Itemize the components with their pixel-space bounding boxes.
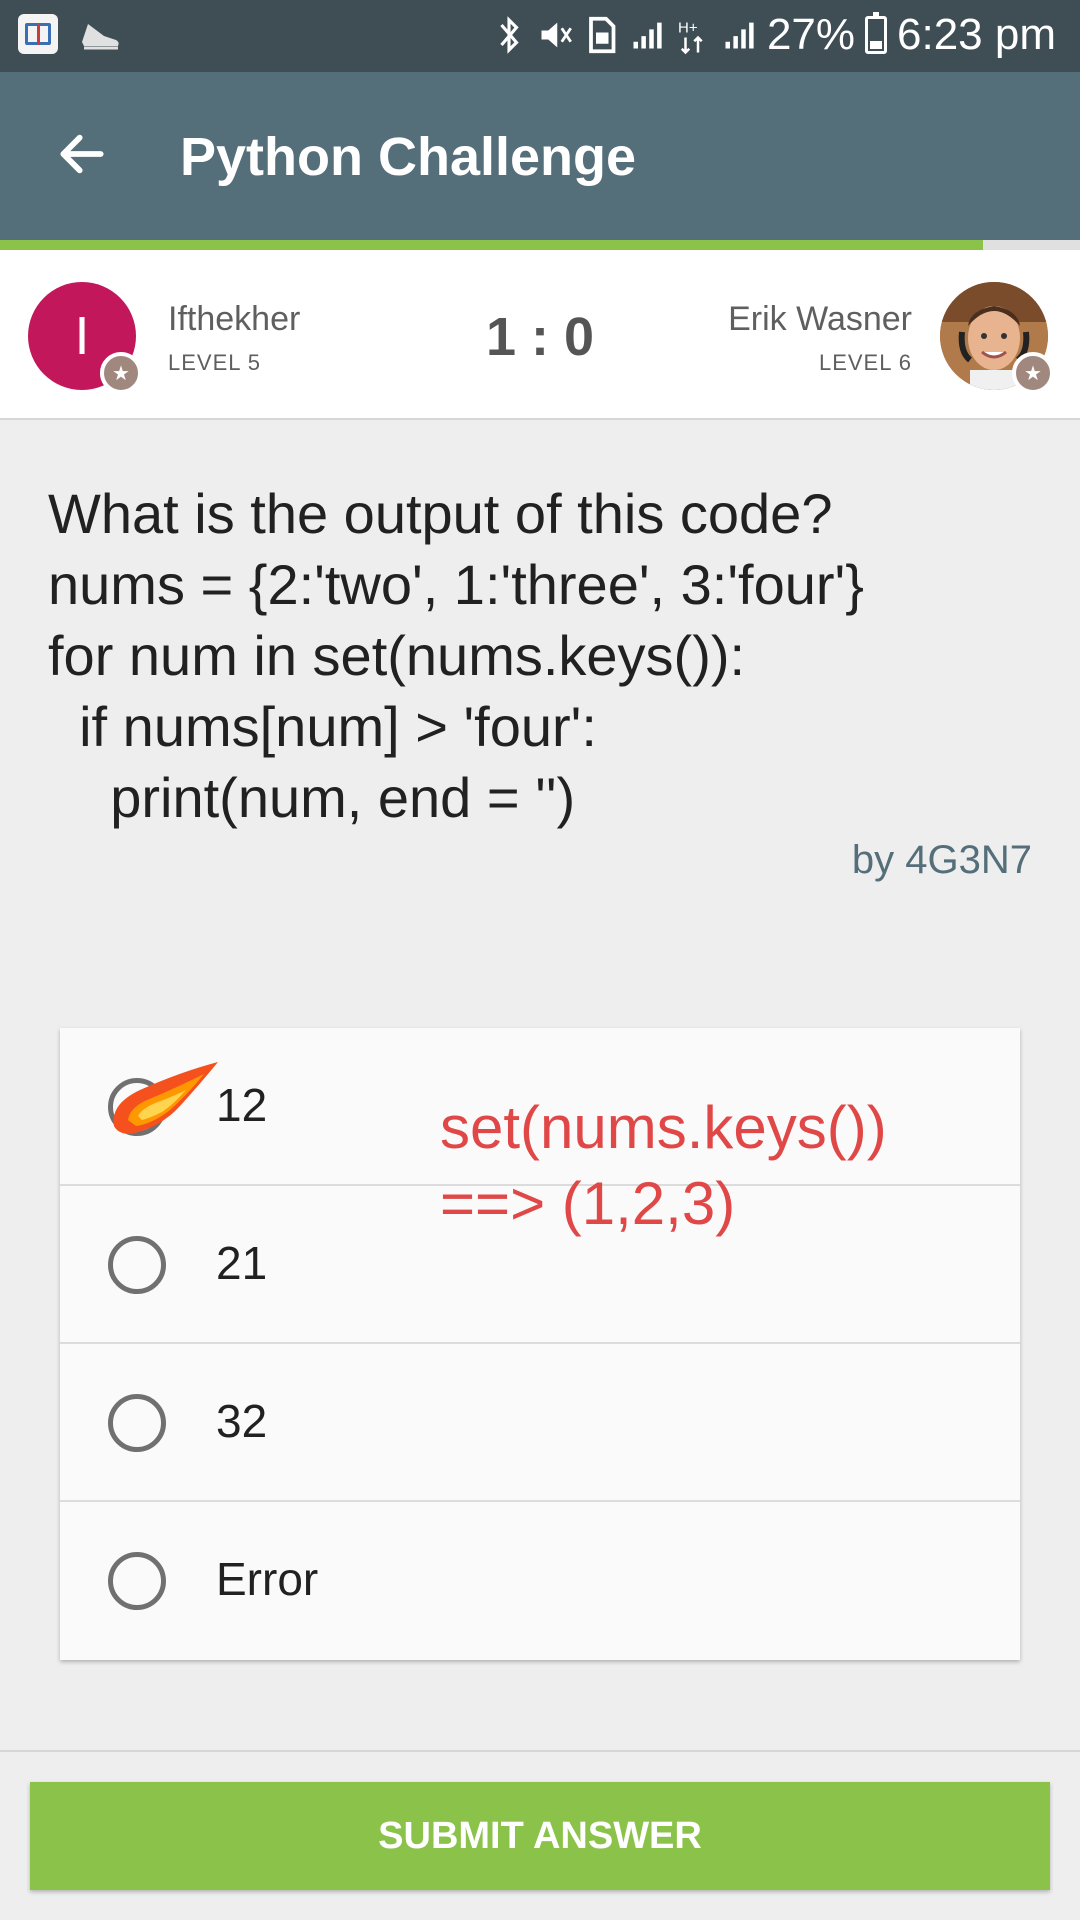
player-right-avatar[interactable]: ★ [940,282,1054,394]
sim-icon [583,13,619,57]
radio-button[interactable] [108,1236,166,1294]
page-title: Python Challenge [180,127,637,187]
question-line: What is the output of this code? [48,482,833,545]
answer-option-label: 32 [216,1395,268,1447]
star-badge-icon: ★ [1012,352,1054,394]
mute-vibrate-icon [537,13,573,57]
players-header: I ★ Ifthekher LEVEL 5 1 : 0 Erik Wasner … [0,250,1080,420]
svg-text:H+: H+ [678,20,698,37]
status-indicators: H+ 27% 6:23 pm [491,10,1056,60]
status-notifications [18,14,122,54]
answer-option[interactable]: 32 [60,1344,1020,1502]
player-right-name: Erik Wasner [728,300,912,338]
shoe-app-icon [78,14,122,54]
annotation-line: set(nums.keys()) [440,1094,887,1161]
signal-icon [721,13,757,57]
challenge-progress-bar [0,240,1080,250]
question-line: print(num, end = '') [48,766,576,829]
answer-option-label: 21 [216,1237,268,1289]
app-bar: Python Challenge [0,72,1080,240]
star-badge-icon: ★ [100,352,142,394]
divider [0,1750,1080,1752]
battery-percent: 27% [766,10,856,59]
submit-answer-button[interactable]: SUBMIT ANSWER [30,1782,1050,1890]
question-line: if nums[num] > 'four': [48,695,597,758]
radio-button[interactable] [108,1394,166,1452]
challenge-progress-fill [0,240,983,250]
player-left-avatar[interactable]: I ★ [28,282,142,394]
arrow-left-icon [60,134,104,174]
question-text: What is the output of this code? nums = … [48,478,1048,833]
player-right-level: LEVEL 6 [818,350,912,375]
status-bar: H+ 27% 6:23 pm [0,0,1080,72]
question-line: for num in set(nums.keys()): [48,624,746,687]
player-left-name: Ifthekher [168,300,301,338]
battery-icon [865,12,888,54]
player-left-level: LEVEL 5 [168,350,262,375]
question-line: nums = {2:'two', 1:'three', 3:'four'} [48,553,864,616]
answer-option[interactable]: Error [60,1502,1020,1660]
answer-option-label: 12 [216,1079,268,1131]
book-app-icon [18,14,58,54]
annotation-overlay: set(nums.keys()) ==> (1,2,3) [440,1090,887,1242]
question-author[interactable]: by 4G3N7 [852,838,1032,883]
data-icon: H+ [675,13,711,57]
clock: 6:23 pm [897,10,1056,59]
bluetooth-icon [491,13,527,57]
score: 1 : 0 [485,307,595,367]
flame-mark-icon [113,1062,218,1134]
answer-option-label: Error [216,1553,319,1605]
radio-button[interactable] [108,1552,166,1610]
back-button[interactable] [50,122,114,186]
signal-icon [629,13,665,57]
annotation-line: ==> (1,2,3) [440,1170,736,1237]
